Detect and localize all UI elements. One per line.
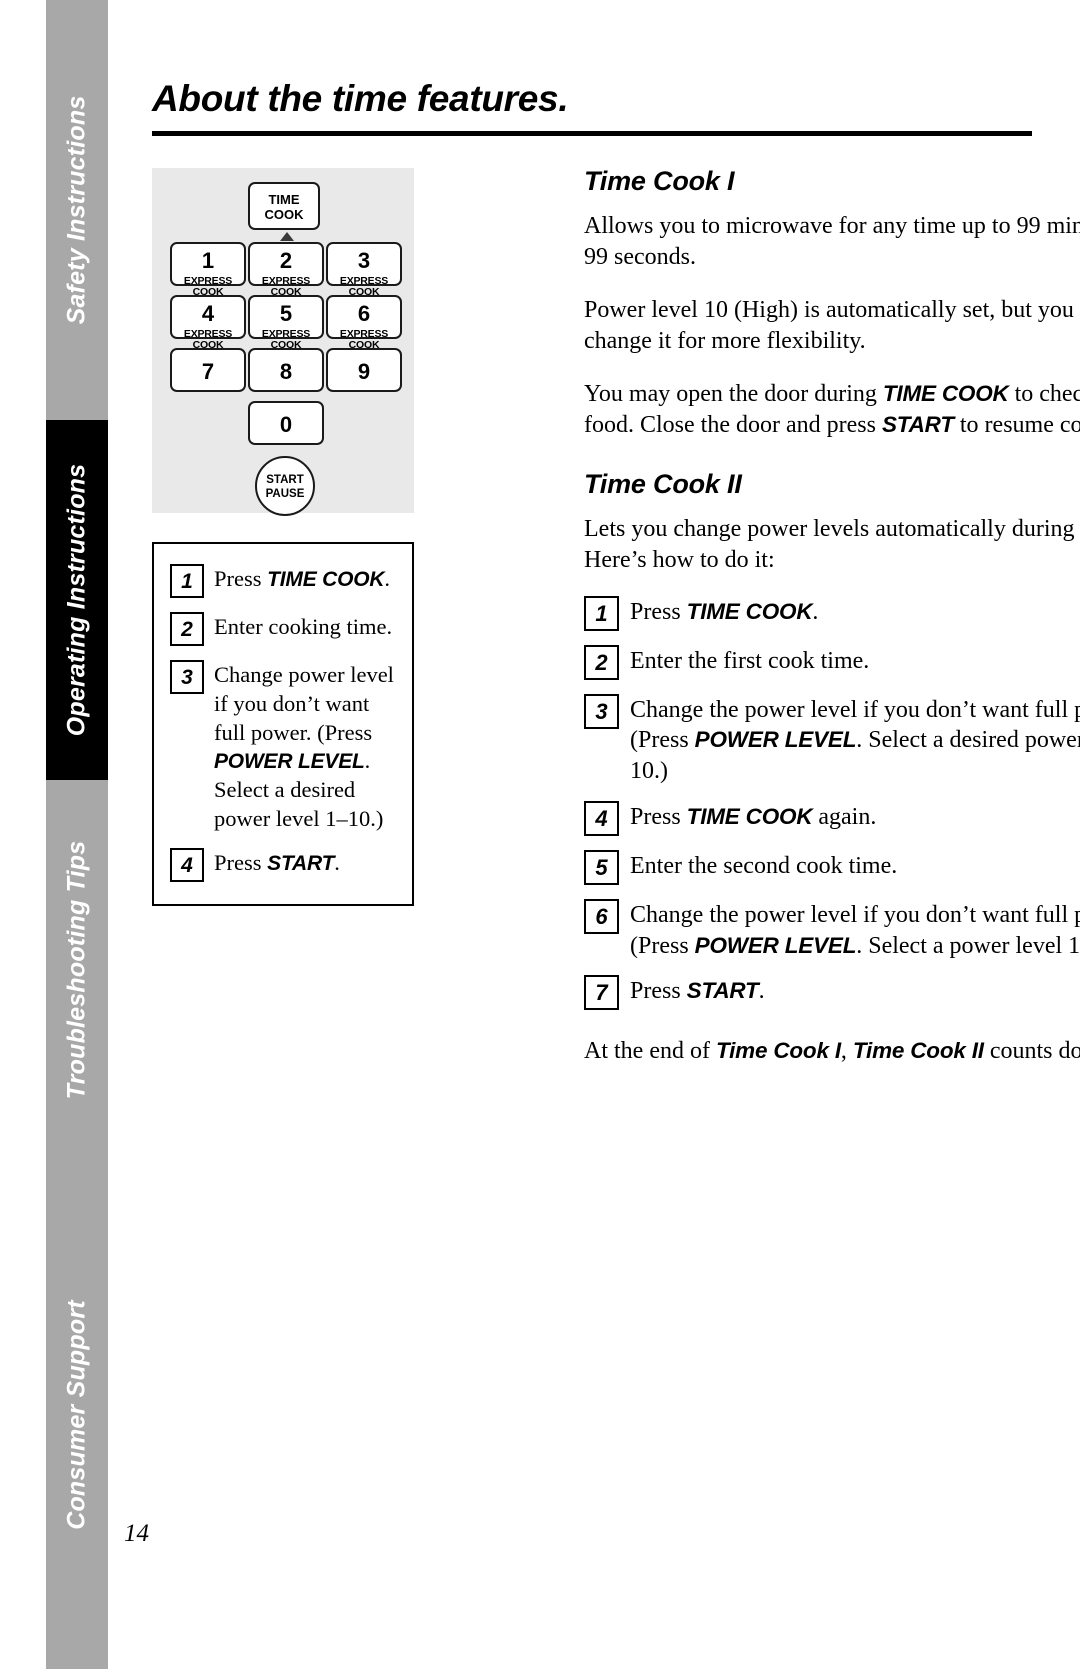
sidebar-item-troubleshooting-tips[interactable]: Troubleshooting Tips [46,780,108,1160]
section-title-time-cook-2: Time Cook II [584,468,742,499]
list-item: 2 Enter cooking time. [170,612,412,646]
key-sublabel: EXPRESS COOK [261,275,311,298]
sidebar-item-consumer-support[interactable]: Consumer Support [46,1160,108,1669]
time-cook-i-steps-box: 1 Press TIME COOK. 2 Enter cooking time.… [152,542,414,906]
step-text: Press START. [630,978,765,1005]
step-text: Change the power level if you don’t want… [630,901,1080,959]
step-text: Change the power level if you don’t want… [630,696,1080,785]
step-number: 4 [170,847,204,882]
keypad-key-2[interactable]: 2 EXPRESS COOK [248,242,324,297]
key-number: 3 [357,248,371,273]
page-title: About the time features. [152,78,569,119]
key-number: 5 [279,301,293,326]
keypad-key-6[interactable]: 6 EXPRESS COOK [326,295,402,350]
page-number: 14 [124,1520,149,1547]
key-number: 4 [201,301,215,326]
right-column: Time Cook I Allows you to microwave for … [584,0,1080,1067]
keypad-key-9[interactable]: 9 [326,348,402,392]
pause-label: PAUSE [265,487,305,500]
arrow-up-icon [280,232,294,241]
step-number: 1 [170,564,204,598]
step-text: Enter the first cook time. [630,647,870,674]
paragraph: You may open the door during TIME COOK t… [584,380,1080,438]
key-sublabel: EXPRESS COOK [339,328,389,351]
step-number: 4 [584,800,619,836]
paragraph: Allows you to microwave for any time up … [584,213,1080,270]
sidebar-item-label: Consumer Support [62,1299,91,1530]
time-cook-button[interactable]: TIME COOK [248,182,320,230]
step-text: Press TIME COOK. [630,598,819,625]
sidebar-item-label: Troubleshooting Tips [62,840,91,1100]
step-number: 5 [584,849,619,885]
step-number: 3 [584,693,619,729]
key-number: 2 [279,248,293,273]
key-number: 6 [357,301,371,326]
step-number: 7 [584,975,619,1011]
sidebar-item-safety-instructions[interactable]: Safety Instructions [46,0,108,420]
list-item: 6 Change the power level if you don’t wa… [584,898,1080,961]
keypad-key-1[interactable]: 1 EXPRESS COOK [170,242,246,297]
key-number: 7 [201,359,215,384]
step-text: Enter cooking time. [214,614,393,639]
keypad-key-5[interactable]: 5 EXPRESS COOK [248,295,324,350]
keypad-key-8[interactable]: 8 [248,348,324,392]
paragraph: Lets you change power levels automatical… [584,515,1080,573]
side-tab-rail: Safety Instructions Operating Instructio… [46,0,108,1669]
paragraph: Power level 10 (High) is automatically s… [584,296,1080,354]
closing-note: At the end of Time Cook I, Time Cook II … [584,1038,1080,1065]
list-item: 4 Press START. [170,847,412,882]
keypad-key-0[interactable]: 0 [248,401,324,445]
key-sublabel: EXPRESS COOK [183,275,233,298]
time-cook-label-line1: TIME [268,192,300,207]
key-number: 9 [357,359,371,384]
list-item: 3 Change the power level if you don’t wa… [584,693,1080,787]
key-number: 0 [279,412,293,437]
list-item: 1 Press TIME COOK. [170,564,412,598]
sidebar-item-operating-instructions[interactable]: Operating Instructions [46,420,108,780]
key-sublabel: EXPRESS COOK [183,328,233,351]
list-item: 5 Enter the second cook time. [584,849,1080,885]
step-number: 2 [584,644,619,680]
step-number: 3 [170,660,204,694]
list-item: 1 Press TIME COOK. [584,595,1080,631]
start-pause-button[interactable]: START PAUSE [255,456,315,516]
key-number: 8 [279,359,293,384]
step-number: 1 [584,595,619,631]
list-item: 7 Press START. [584,975,1080,1011]
sidebar-item-label: Safety Instructions [62,95,91,325]
step-text: Press TIME COOK. [214,566,390,591]
time-cook-label-line2: COOK [264,206,304,222]
list-item: 4 Press TIME COOK again. [584,800,1080,836]
key-sublabel: EXPRESS COOK [261,328,311,351]
list-item: 2 Enter the first cook time. [584,644,1080,680]
key-number: 1 [201,248,215,273]
sidebar-item-label: Operating Instructions [62,463,91,737]
step-text: Change power level if you don’t want ful… [214,662,394,832]
list-item: 3 Change power level if you don’t want f… [170,660,412,834]
step-text: Press TIME COOK again. [630,803,877,830]
step-text: Enter the second cook time. [630,852,898,879]
keypad-key-7[interactable]: 7 [170,348,246,392]
control-panel-illustration: TIME COOK 1 EXPRESS COOK 2 EXPRESS COOK … [152,168,414,516]
step-number: 6 [584,898,619,934]
section-title-time-cook-1: Time Cook I [584,166,735,196]
keypad-key-4[interactable]: 4 EXPRESS COOK [170,295,246,350]
keypad-key-3[interactable]: 3 EXPRESS COOK [326,242,402,297]
step-text: Press START. [214,849,340,875]
start-label: START [266,474,304,486]
key-sublabel: EXPRESS COOK [339,275,389,298]
step-number: 2 [170,612,204,646]
page-content: About the time features. TIME COOK 1 EXP… [124,0,1080,1669]
